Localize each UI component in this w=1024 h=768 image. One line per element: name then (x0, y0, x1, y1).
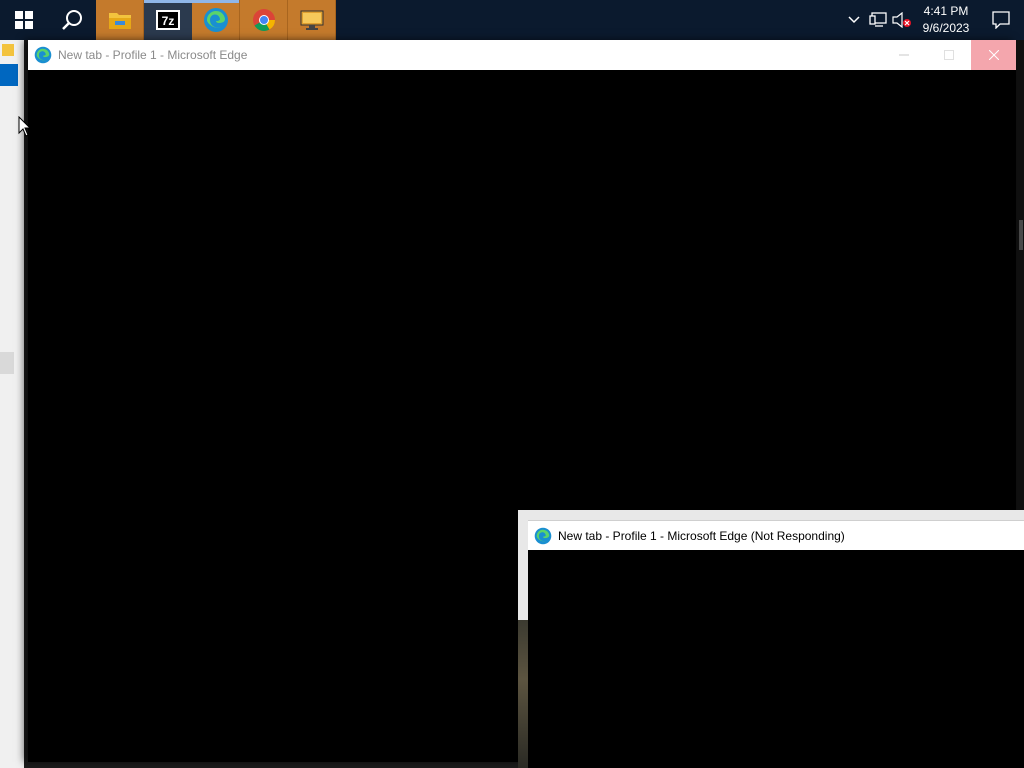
window-title: New tab - Profile 1 - Microsoft Edge (No… (558, 528, 845, 543)
background-explorer-window (0, 40, 24, 768)
windows-logo-icon (15, 11, 33, 29)
taskbar-edge[interactable] (192, 0, 240, 40)
clock-time: 4:41 PM (923, 4, 969, 18)
taskbar-chrome[interactable] (240, 0, 288, 40)
taskbar-display-app[interactable] (288, 0, 336, 40)
minimize-button[interactable] (881, 40, 926, 70)
edge-icon (528, 521, 558, 551)
edge-icon (203, 8, 228, 32)
close-icon (988, 50, 999, 60)
search-icon (62, 10, 82, 30)
network-icon (869, 12, 887, 27)
minimize-icon (898, 54, 909, 56)
edge-window-not-responding[interactable]: New tab - Profile 1 - Microsoft Edge (No… (528, 520, 1024, 768)
folder-icon-partial (2, 44, 14, 56)
running-indicator (192, 0, 239, 3)
volume-muted-icon (892, 12, 911, 28)
selected-item-partial (0, 64, 18, 86)
action-center-button[interactable] (978, 0, 1024, 40)
svg-text:7z: 7z (162, 14, 175, 28)
action-center-icon (992, 11, 1010, 29)
close-button[interactable] (971, 40, 1016, 70)
chevron-up-icon (848, 16, 860, 24)
search-button[interactable] (48, 0, 96, 40)
network-button[interactable] (866, 0, 890, 40)
taskbar-clock[interactable]: 4:41 PM 9/6/2023 (914, 0, 978, 40)
window-controls (881, 40, 1016, 70)
show-hidden-icons-button[interactable] (842, 0, 866, 40)
clock-date: 9/6/2023 (922, 21, 970, 35)
background-wallpaper-partial (518, 620, 528, 768)
edge-window-titlebar[interactable]: New tab - Profile 1 - Microsoft Edge (28, 40, 1016, 70)
folder-icon (108, 13, 131, 29)
taskbar-file-explorer[interactable] (96, 0, 144, 40)
background-window-edge (1016, 40, 1024, 510)
maximize-icon (943, 50, 954, 60)
edge-icon (28, 40, 58, 70)
maximize-button[interactable] (926, 40, 971, 70)
7zip-icon: 7z (156, 10, 180, 30)
list-item-partial (0, 352, 14, 374)
taskbar-7zip[interactable]: 7z (144, 0, 192, 40)
volume-button[interactable] (890, 0, 914, 40)
monitor-icon (300, 10, 323, 30)
system-tray: 4:41 PM 9/6/2023 (842, 0, 1024, 40)
scrollbar-thumb[interactable] (1019, 220, 1023, 250)
mouse-pointer-icon (18, 116, 32, 137)
not-responding-titlebar[interactable]: New tab - Profile 1 - Microsoft Edge (No… (528, 520, 1024, 550)
taskbar: 7z 4:41 PM 9/6/2023 (0, 0, 1024, 40)
chrome-icon (252, 9, 275, 31)
window-title: New tab - Profile 1 - Microsoft Edge (58, 48, 248, 62)
running-indicator (144, 0, 192, 3)
start-button[interactable] (0, 0, 48, 40)
not-responding-content[interactable] (528, 550, 1024, 768)
